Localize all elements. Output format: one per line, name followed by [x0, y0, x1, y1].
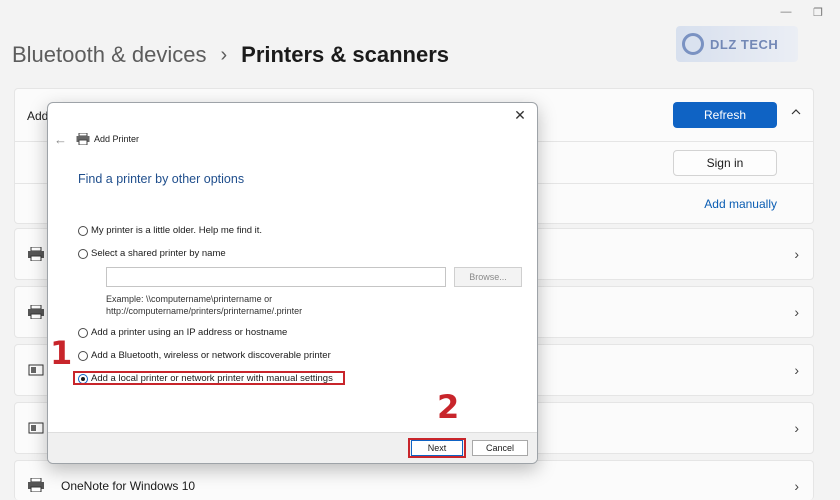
chevron-right-icon: ›: [794, 420, 799, 436]
fax-printer-icon: [28, 364, 44, 376]
option-label: Add a Bluetooth, wireless or network dis…: [91, 350, 331, 361]
printer-name: OneNote for Windows 10: [61, 479, 196, 493]
radio-button[interactable]: [78, 350, 88, 361]
close-icon[interactable]: ✕: [511, 107, 529, 125]
chevron-up-icon[interactable]: [791, 107, 801, 117]
option-bluetooth-wireless[interactable]: Add a Bluetooth, wireless or network dis…: [78, 350, 331, 361]
radio-button[interactable]: [78, 248, 88, 259]
breadcrumb-parent[interactable]: Bluetooth & devices: [12, 42, 206, 68]
radio-button[interactable]: [78, 327, 88, 338]
chevron-right-icon: ›: [794, 478, 799, 494]
logo-text: DLZ TECH: [710, 36, 779, 52]
chevron-right-icon: ›: [794, 362, 799, 378]
printer-icon: [76, 133, 90, 145]
chevron-right-icon: ›: [220, 43, 228, 66]
chevron-right-icon: ›: [794, 246, 799, 262]
sign-in-button[interactable]: Sign in: [673, 150, 777, 176]
option-ip-address[interactable]: Add a printer using an IP address or hos…: [78, 327, 287, 338]
cancel-button[interactable]: Cancel: [472, 440, 528, 456]
minimize-button[interactable]: —: [770, 2, 802, 22]
annotation-highlight-box: [408, 438, 466, 458]
refresh-button[interactable]: Refresh: [673, 102, 777, 128]
dialog-footer: Next Cancel: [48, 432, 537, 463]
printer-icon: [28, 247, 44, 261]
option-label: Add a printer using an IP address or hos…: [91, 327, 288, 338]
option-label: My printer is a little older. Help me fi…: [91, 225, 263, 236]
radio-button[interactable]: [78, 225, 88, 236]
printer-icon: [28, 305, 44, 319]
logo-icon: [682, 33, 704, 55]
option-shared-printer[interactable]: Select a shared printer by name: [78, 248, 226, 259]
printer-list-item[interactable]: OneNote for Windows 10 ›: [14, 460, 814, 500]
example-line: http://computername/printers/printername…: [106, 306, 303, 316]
breadcrumb: Bluetooth & devices › Printers & scanner…: [12, 42, 449, 68]
browse-button[interactable]: Browse...: [454, 267, 522, 287]
watermark-logo: DLZ TECH: [676, 26, 798, 62]
back-arrow-icon[interactable]: ←: [54, 132, 67, 147]
example-text: Example: \\computername\printername or h…: [106, 293, 426, 317]
annotation-highlight-box: [73, 371, 345, 385]
dialog-title-bar: Add Printer: [76, 133, 139, 145]
option-label: Select a shared printer by name: [91, 248, 226, 259]
add-printer-dialog: ✕ ← Add Printer Find a printer by other …: [47, 102, 538, 464]
window-controls: — ❐: [770, 2, 834, 22]
add-manually-link[interactable]: Add manually: [704, 197, 777, 211]
chevron-right-icon: ›: [794, 304, 799, 320]
option-older-printer[interactable]: My printer is a little older. Help me fi…: [78, 225, 262, 236]
page-title: Printers & scanners: [241, 42, 450, 67]
add-label: Add: [27, 109, 49, 123]
step-number-annotation: 1: [50, 334, 73, 372]
printer-icon: [28, 478, 44, 492]
example-line: Example: \\computername\printername or: [106, 294, 273, 304]
step-number-annotation: 2: [437, 388, 460, 426]
printer-icon: [28, 422, 44, 434]
shared-printer-name-input[interactable]: [106, 267, 446, 287]
restore-button[interactable]: ❐: [802, 2, 834, 22]
dialog-title: Add Printer: [94, 134, 140, 144]
dialog-heading: Find a printer by other options: [78, 172, 245, 186]
